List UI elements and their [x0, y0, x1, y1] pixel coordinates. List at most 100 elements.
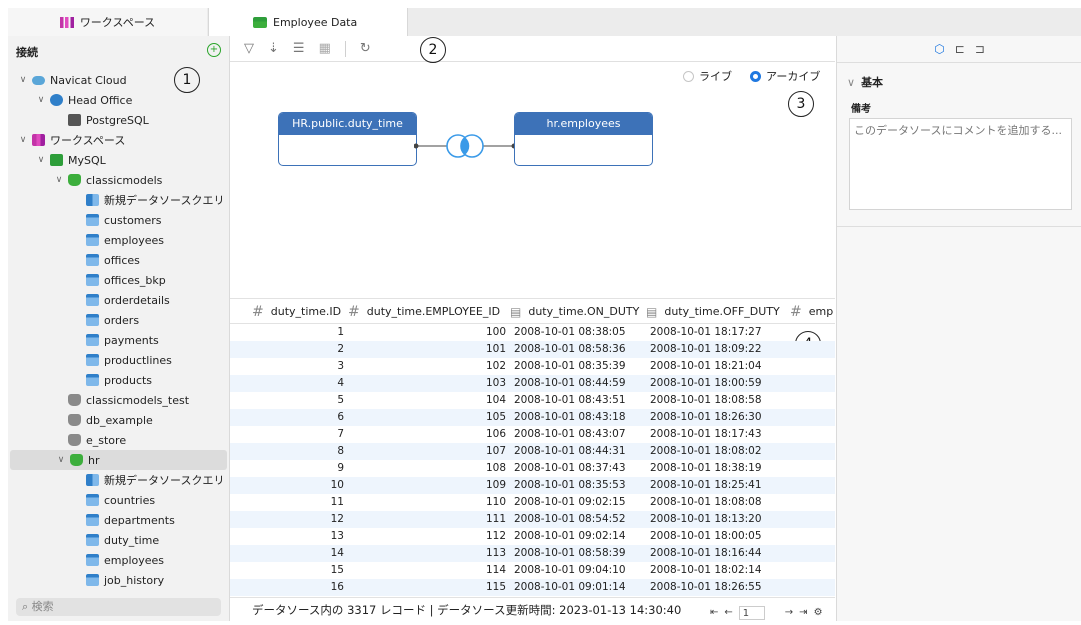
table-cell[interactable]: 4 — [337, 375, 344, 392]
sidebar-tree-item[interactable]: orderdetails — [8, 290, 229, 310]
sidebar-tree-item[interactable]: 新規データソースクエリ — [8, 190, 229, 210]
table-cell[interactable]: 107 — [486, 443, 506, 460]
page-number-input[interactable]: 1 — [738, 606, 765, 620]
table-row[interactable]: 11 110 2008-10-01 09:02:15 2008-10-01 18:08… — [230, 494, 835, 511]
chevron-down-icon[interactable]: ∨ — [36, 155, 46, 165]
table-cell[interactable]: 8 — [337, 443, 344, 460]
sidebar-search-input[interactable]: ⌕ 検索 — [16, 598, 221, 616]
layout-icon[interactable]: ⊐ — [975, 42, 985, 56]
chevron-down-icon[interactable]: ∨ — [54, 175, 64, 185]
sidebar-tree-item[interactable]: 新規データソースクエリ — [8, 470, 229, 490]
table-cell[interactable]: 115 — [486, 579, 506, 596]
table-row[interactable]: 6 105 2008-10-01 08:43:18 2008-10-01 18:26:… — [230, 409, 835, 426]
archive-radio[interactable]: アーカイブ — [750, 68, 820, 84]
table-cell[interactable]: 113 — [486, 545, 506, 562]
table-node-right[interactable]: hr.employees — [514, 112, 653, 166]
table-cell[interactable]: 2008-10-01 18:25:41 — [650, 477, 762, 494]
table-cell[interactable]: 2008-10-01 09:04:10 — [514, 562, 626, 579]
table-cell[interactable]: 112 — [486, 528, 506, 545]
table-row[interactable]: 16 115 2008-10-01 09:01:14 2008-10-01 18:26… — [230, 579, 835, 596]
table-cell[interactable]: 2008-10-01 08:43:18 — [514, 409, 626, 426]
table-cell[interactable]: 2008-10-01 18:17:27 — [650, 324, 762, 341]
sidebar-tree-item[interactable]: ∨ classicmodels — [8, 170, 229, 190]
table-cell[interactable]: 2008-10-01 08:54:52 — [514, 511, 626, 528]
sidebar-tree-item[interactable]: duty_time — [8, 530, 229, 550]
table-row[interactable]: 7 106 2008-10-01 08:43:07 2008-10-01 18:17:… — [230, 426, 835, 443]
table-cell[interactable]: 2008-10-01 08:37:43 — [514, 460, 626, 477]
table-cell[interactable]: 2008-10-01 18:16:44 — [650, 545, 762, 562]
sidebar-tree-item[interactable]: ∨ hr — [10, 450, 227, 470]
filter-icon[interactable]: ▽ — [244, 41, 254, 56]
table-cell[interactable]: 14 — [331, 545, 344, 562]
sort-icon[interactable]: ⇣ — [268, 41, 279, 56]
table-cell[interactable]: 2008-10-01 18:26:30 — [650, 409, 762, 426]
table-cell[interactable]: 109 — [486, 477, 506, 494]
table-cell[interactable]: 100 — [486, 324, 506, 341]
sidebar-tree-item[interactable]: offices_bkp — [8, 270, 229, 290]
table-cell[interactable]: 2 — [337, 341, 344, 358]
chevron-down-icon[interactable]: ∨ — [18, 135, 28, 145]
table-cell[interactable]: 110 — [486, 494, 506, 511]
table-cell[interactable]: 2008-10-01 18:26:55 — [650, 579, 762, 596]
table-cell[interactable]: 12 — [331, 511, 344, 528]
chevron-down-icon[interactable]: ∨ — [18, 75, 28, 85]
table-row[interactable]: 10 109 2008-10-01 08:35:53 2008-10-01 18:25… — [230, 477, 835, 494]
sidebar-tree-item[interactable]: products — [8, 370, 229, 390]
table-cell[interactable]: 7 — [337, 426, 344, 443]
sidebar-tree-item[interactable]: orders — [8, 310, 229, 330]
table-cell[interactable]: 15 — [331, 562, 344, 579]
sidebar-tree-item[interactable]: payments — [8, 330, 229, 350]
table-cell[interactable]: 2008-10-01 09:01:14 — [514, 579, 626, 596]
table-cell[interactable]: 114 — [486, 562, 506, 579]
table-cell[interactable]: 2008-10-01 18:00:59 — [650, 375, 762, 392]
table-row[interactable]: 13 112 2008-10-01 09:02:14 2008-10-01 18:00… — [230, 528, 835, 545]
table-cell[interactable]: 13 — [331, 528, 344, 545]
table-cell[interactable]: 2008-10-01 09:02:14 — [514, 528, 626, 545]
table-cell[interactable]: 102 — [486, 358, 506, 375]
table-cell[interactable]: 6 — [337, 409, 344, 426]
table-cell[interactable]: 10 — [331, 477, 344, 494]
table-cell[interactable]: 2008-10-01 08:43:07 — [514, 426, 626, 443]
table-cell[interactable]: 103 — [486, 375, 506, 392]
sidebar-tree-item[interactable]: countries — [8, 490, 229, 510]
add-connection-icon[interactable]: + — [207, 43, 221, 57]
sidebar-tree-item[interactable]: e_store — [8, 430, 229, 450]
table-cell[interactable]: 2008-10-01 08:58:39 — [514, 545, 626, 562]
table-cell[interactable]: 2008-10-01 18:00:05 — [650, 528, 762, 545]
table-cell[interactable]: 5 — [337, 392, 344, 409]
sidebar-tree-item[interactable]: customers — [8, 210, 229, 230]
column-header-on-duty[interactable]: ▤ duty_time.ON_DUTY — [510, 299, 639, 324]
table-row[interactable]: 3 102 2008-10-01 08:35:39 2008-10-01 18:21:… — [230, 358, 835, 375]
table-row[interactable]: 15 114 2008-10-01 09:04:10 2008-10-01 18:02… — [230, 562, 835, 579]
table-cell[interactable]: 2008-10-01 08:44:59 — [514, 375, 626, 392]
table-row[interactable]: 2 101 2008-10-01 08:58:36 2008-10-01 18:09:… — [230, 341, 835, 358]
sidebar-tree-item[interactable]: ∨ Head Office — [8, 90, 229, 110]
table-cell[interactable]: 105 — [486, 409, 506, 426]
sidebar-tree-item[interactable]: classicmodels_test — [8, 390, 229, 410]
section-basic[interactable]: ∨ 基本 — [847, 74, 883, 90]
chevron-down-icon[interactable]: ∨ — [36, 95, 46, 105]
table-cell[interactable]: 3 — [337, 358, 344, 375]
settings-gear-icon[interactable]: ⚙ — [814, 601, 823, 625]
last-page-icon[interactable]: ⇥ — [799, 601, 807, 625]
table-cell[interactable]: 2008-10-01 08:44:31 — [514, 443, 626, 460]
columns-icon[interactable]: ▦ — [319, 41, 331, 56]
table-cell[interactable]: 111 — [486, 511, 506, 528]
table-node-left[interactable]: HR.public.duty_time — [278, 112, 417, 166]
table-cell[interactable]: 2008-10-01 08:35:39 — [514, 358, 626, 375]
structure-icon[interactable]: ⊏ — [955, 42, 965, 56]
comment-textarea[interactable]: このデータソースにコメントを追加する... — [849, 118, 1072, 210]
table-cell[interactable]: 2008-10-01 18:02:14 — [650, 562, 762, 579]
table-row[interactable]: 4 103 2008-10-01 08:44:59 2008-10-01 18:00:… — [230, 375, 835, 392]
group-icon[interactable]: ☰ — [293, 41, 305, 56]
table-row[interactable]: 8 107 2008-10-01 08:44:31 2008-10-01 18:08:… — [230, 443, 835, 460]
sidebar-tree-item[interactable]: PostgreSQL — [8, 110, 229, 130]
sidebar-tree-item[interactable]: db_example — [8, 410, 229, 430]
live-radio[interactable]: ライブ — [683, 68, 732, 84]
table-cell[interactable]: 2008-10-01 18:38:19 — [650, 460, 762, 477]
sidebar-tree-item[interactable]: ∨ MySQL — [8, 150, 229, 170]
sidebar-tree-item[interactable]: employees — [8, 230, 229, 250]
table-cell[interactable]: 2008-10-01 18:21:04 — [650, 358, 762, 375]
tab-employee-data[interactable]: Employee Data — [208, 8, 408, 36]
table-row[interactable]: 1 100 2008-10-01 08:38:05 2008-10-01 18:17:… — [230, 324, 835, 341]
